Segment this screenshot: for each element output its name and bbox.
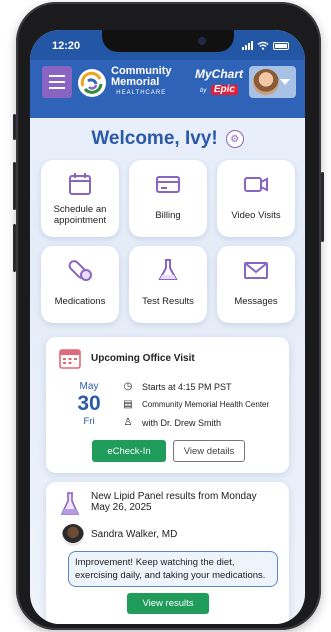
tile-label: Test Results [142, 296, 194, 307]
calendar-icon [69, 173, 91, 195]
status-bar: 12:20 [30, 30, 305, 60]
welcome-banner: Welcome, Ivy! ⚙ [30, 128, 305, 150]
envelope-icon [244, 262, 268, 279]
tile-label: Billing [155, 210, 181, 221]
doctor-name: Sandra Walker, MD [91, 529, 178, 540]
brand-line-2: Memorial [111, 76, 160, 88]
view-results-button[interactable]: View results [127, 593, 209, 614]
tile-label: Messages [234, 296, 278, 307]
visit-month: May [79, 381, 99, 392]
visit-weekday: Fri [83, 416, 95, 427]
tile-messages[interactable]: Messages [217, 246, 295, 323]
flask-icon [60, 492, 80, 515]
cellular-signal-icon [242, 41, 253, 50]
status-icons [242, 41, 289, 50]
visit-title: Upcoming Office Visit [91, 353, 195, 364]
view-details-button[interactable]: View details [173, 440, 245, 462]
community-memorial-swirl-icon [78, 68, 106, 97]
visit-day: 30 [77, 392, 101, 415]
lipid-results-card[interactable]: New Lipid Panel results from Monday May … [46, 482, 289, 624]
lipid-headline: New Lipid Panel results from Monday May … [91, 491, 257, 513]
flask-icon [158, 259, 178, 280]
tile-billing[interactable]: Billing [129, 160, 207, 237]
volume-up-button [13, 162, 16, 210]
visit-location: Community Memorial Health Center [142, 400, 270, 409]
wifi-icon [257, 41, 269, 50]
clock-icon: ◷ [123, 381, 133, 392]
visit-provider: with Dr. Drew Smith [142, 417, 222, 428]
status-time: 12:20 [52, 40, 81, 52]
calendar-icon [59, 349, 81, 369]
tile-schedule-appointment[interactable]: Schedule an appointment [41, 160, 119, 237]
credit-card-icon [156, 176, 180, 193]
doctor-message-line-2: exercising daily, and taking your medica… [75, 570, 266, 581]
lipid-headline-line-1: New Lipid Panel results from Monday [91, 491, 257, 502]
visit-date: May 30 Fri [69, 381, 109, 427]
tile-label: Medications [54, 296, 106, 307]
gear-icon[interactable]: ⚙ [225, 130, 244, 148]
tile-video-visits[interactable]: Video Visits [217, 160, 295, 237]
person-icon: ♙ [123, 417, 133, 428]
camera-notch [102, 30, 234, 52]
volume-down-button [13, 224, 16, 272]
tile-label: Video Visits [231, 210, 281, 221]
mychart-by-label: by [200, 88, 207, 94]
power-button [321, 172, 324, 242]
video-camera-icon [244, 177, 268, 192]
visit-location-row: ▤ Community Memorial Health Center [122, 399, 269, 410]
hamburger-menu-button[interactable] [42, 66, 72, 98]
doctor-message-line-1: Improvement! Keep watching the diet, [75, 557, 235, 568]
visit-time: Starts at 4:15 PM PST [142, 381, 232, 392]
visit-time-row: ◷ Starts at 4:15 PM PST [122, 381, 232, 392]
battery-icon [273, 41, 289, 50]
front-camera-icon [198, 37, 206, 45]
app-screen: 12:20 Community Memorial HEALTHCARE MyCh… [30, 30, 305, 624]
welcome-title: Welcome, Ivy! [91, 128, 218, 149]
doctor-message-bubble: Improvement! Keep watching the diet, exe… [68, 551, 278, 587]
brand-line-3: HEALTHCARE [116, 90, 167, 96]
visit-provider-row: ♙ with Dr. Drew Smith [122, 417, 222, 428]
chevron-down-icon [280, 79, 290, 85]
doctor-avatar [62, 524, 84, 546]
mychart-label: MyChart [195, 67, 244, 81]
avatar [253, 69, 279, 95]
tile-label: Schedule an appointment [53, 204, 107, 226]
account-menu-button[interactable] [249, 66, 296, 98]
echeckin-button[interactable]: eCheck-In [92, 440, 166, 462]
mute-switch [13, 114, 16, 140]
upcoming-visit-card[interactable]: Upcoming Office Visit May 30 Fri ◷ Start… [46, 337, 289, 473]
community-memorial-logo: Community Memorial HEALTHCARE [77, 66, 172, 99]
mychart-logo: MyChart by Epic [195, 68, 243, 96]
tile-medications[interactable]: Medications [41, 246, 119, 323]
app-header: Community Memorial HEALTHCARE MyChart by… [30, 60, 305, 118]
lipid-headline-line-2: May 26, 2025 [91, 502, 152, 513]
building-icon: ▤ [123, 399, 133, 410]
epic-label: Epic [210, 85, 238, 95]
tile-test-results[interactable]: Test Results [129, 246, 207, 323]
pill-icon [68, 260, 92, 281]
